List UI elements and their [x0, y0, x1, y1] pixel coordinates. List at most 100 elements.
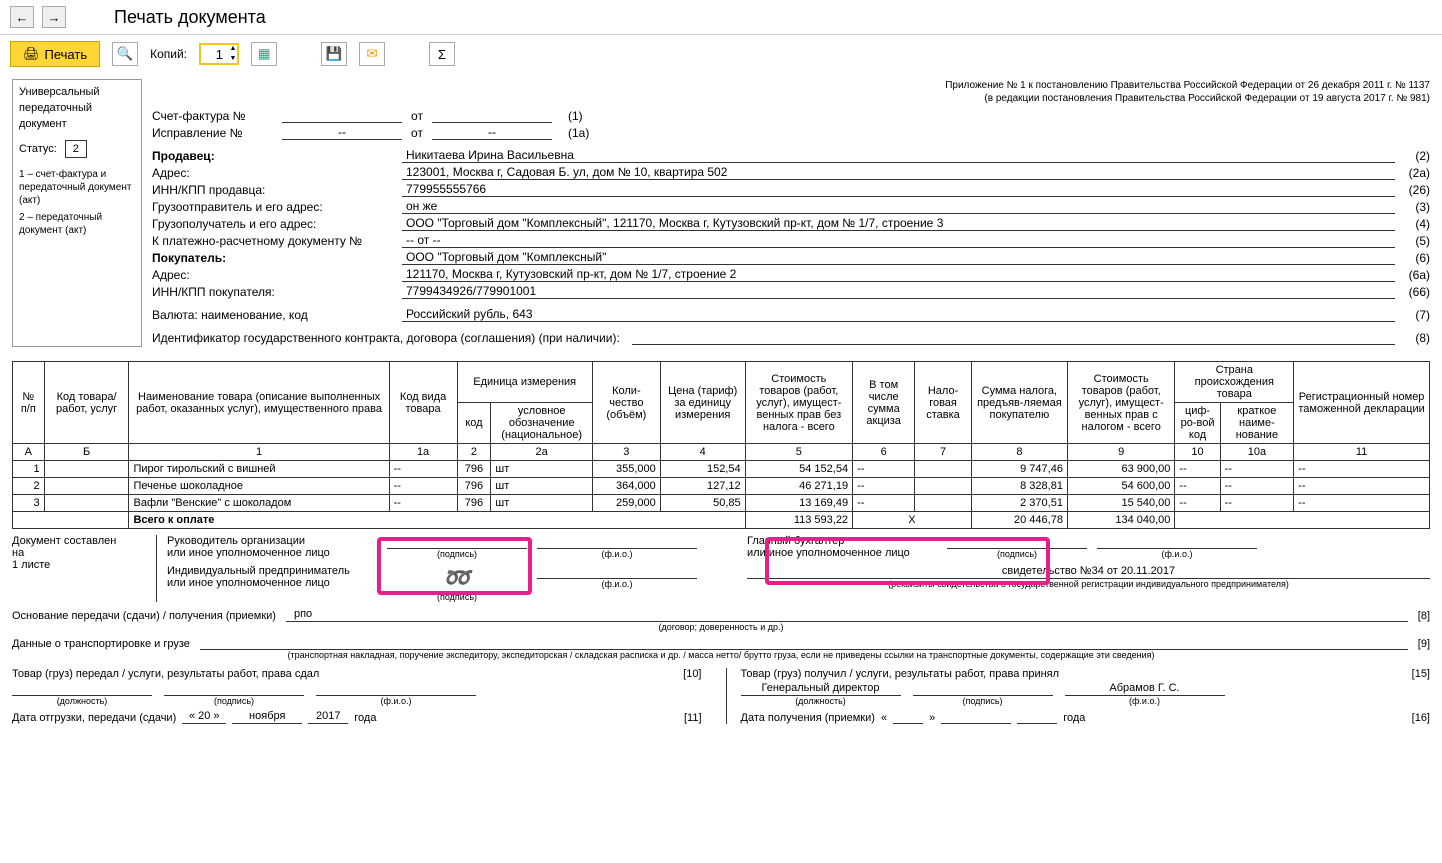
print-button[interactable]: 🖨 Печать — [10, 41, 100, 67]
total-row: Всего к оплате113 593,22X20 446,78134 04… — [13, 512, 1430, 529]
addr-val: 123001, Москва г, Садовая Б. ул, дом № 1… — [402, 165, 1395, 180]
doc-on-1: Документ составлен — [12, 535, 142, 547]
n8: (8) — [1395, 331, 1430, 345]
n5: (5) — [1395, 234, 1430, 248]
osn-label: Основание передачи (сдачи) / получения (… — [12, 610, 276, 622]
print-label: Печать — [45, 47, 88, 62]
cons-val: ООО "Торговый дом "Комплексный", 121170,… — [402, 216, 1395, 231]
isp-label: Исправление № — [152, 126, 282, 140]
rec-q1: « — [881, 712, 887, 724]
n2a: (2а) — [1395, 166, 1430, 180]
ship-month: ноября — [232, 710, 302, 724]
baddr-val: 121170, Москва г, Кутузовский пр-кт, дом… — [402, 267, 1395, 282]
back-button[interactable]: ← — [10, 6, 34, 28]
addr-label: Адрес: — [152, 166, 402, 180]
right-pos: Генеральный директор — [741, 682, 901, 696]
ip-label2: или иное уполномоченное лицо — [167, 577, 377, 589]
items-table: № п/п Код товара/ работ, услуг Наименова… — [12, 361, 1430, 529]
document-body: Приложение № 1 к постановлению Правитель… — [152, 79, 1430, 347]
left-transfer-num: [10] — [683, 668, 701, 680]
sum-button[interactable]: Σ — [429, 42, 455, 66]
seller-label: Продавец: — [152, 149, 402, 163]
doc-on-2: на — [12, 547, 142, 559]
spin-down[interactable]: ▼ — [228, 54, 238, 64]
email-button[interactable]: ✉ — [359, 42, 385, 66]
h9: 9 — [1067, 444, 1174, 461]
h2a: 2а — [491, 444, 593, 461]
col-country: Страна происхождения товара — [1175, 362, 1294, 403]
rec-year-word: года — [1063, 712, 1085, 724]
save-icon: 💾 — [326, 46, 343, 62]
ship-val: он же — [402, 199, 1395, 214]
osn-val: рпо — [286, 608, 1408, 622]
rec-q2: » — [929, 712, 935, 724]
fio-hint-3: (ф.и.о.) — [537, 579, 697, 589]
seller-val: Никитаева Ирина Васильевна — [402, 148, 1395, 163]
preview-button[interactable]: 🔍 — [112, 42, 138, 66]
sf-num: (1) — [552, 109, 602, 123]
col-qty: Коли-чество (объём) — [592, 362, 660, 444]
gb-label: Главный бухгалтер — [747, 535, 937, 547]
col-tax: Сумма налога, предъяв-ляемая покупателю — [971, 362, 1067, 444]
h7: 7 — [915, 444, 972, 461]
hB: Б — [44, 444, 129, 461]
status-note-1: 1 – счет-фактура и передаточный документ… — [19, 168, 135, 207]
fio-hint-2: (ф.и.о.) — [1097, 549, 1257, 559]
date-rec-num: [16] — [1412, 712, 1430, 724]
pay-label: К платежно-расчетному документу № — [152, 234, 402, 248]
status-label: Статус: — [19, 143, 57, 155]
n7: (7) — [1395, 308, 1430, 322]
gb-label2: или иное уполномоченное лицо — [747, 547, 937, 559]
osn-hint: (договор; доверенность и др.) — [12, 622, 1430, 632]
forward-button[interactable]: → — [42, 6, 66, 28]
sigma-icon: Σ — [438, 47, 446, 62]
col-sumvat: Стоимость товаров (работ, услуг), имущес… — [1067, 362, 1174, 444]
action-toolbar: 🖨 Печать 🔍 Копий: ▲▼ ▦ 💾 ✉ Σ — [0, 35, 1442, 73]
isp-date: -- — [432, 125, 552, 140]
date-ship-num: [11] — [684, 712, 702, 724]
isp-ot: от — [402, 126, 432, 140]
col-name: Наименование товара (описание выполненны… — [129, 362, 389, 444]
copies-label: Копий: — [150, 47, 187, 61]
col-cc: циф-ро-вой код — [1175, 403, 1220, 444]
ship-day: « 20 » — [182, 710, 226, 724]
save-button[interactable]: 💾 — [321, 42, 347, 66]
date-rec-label: Дата получения (приемки) — [741, 712, 875, 724]
dolzh-hint-r: (должность) — [741, 696, 901, 706]
podpis-hint-2: (подпись) — [947, 549, 1087, 559]
nav-toolbar: ← → Печать документа — [0, 0, 1442, 35]
col-price: Цена (тариф) за единицу измерения — [660, 362, 745, 444]
col-decl: Регистрационный номер таможенной деклара… — [1294, 362, 1430, 444]
right-fio: Абрамов Г. С. — [1065, 682, 1225, 696]
podpis-hint-l: (подпись) — [164, 696, 304, 706]
magnifier-icon: 🔍 — [117, 46, 134, 62]
spin-up[interactable]: ▲ — [228, 44, 238, 54]
n4: (4) — [1395, 217, 1430, 231]
signature-image: ➿ — [387, 565, 527, 592]
appendix-line-1: Приложение № 1 к постановлению Правитель… — [152, 79, 1430, 92]
signature-area: Документ составлен на 1 листе Руководите… — [12, 535, 1430, 602]
dolzh-hint-l: (должность) — [12, 696, 152, 706]
inn-val: 779955555766 — [402, 182, 1395, 197]
ship-year-word: года — [354, 712, 376, 724]
n2: (2) — [1395, 149, 1430, 163]
n6a: (6а) — [1395, 268, 1430, 282]
right-receive-label: Товар (груз) получил / услуги, результат… — [741, 668, 1060, 680]
ship-label: Грузоотправитель и его адрес: — [152, 200, 402, 214]
col-rate: Нало-говая ставка — [915, 362, 972, 444]
h1a: 1а — [389, 444, 457, 461]
items-table-wrap: № п/п Код товара/ работ, услуг Наименова… — [12, 361, 1430, 529]
osn-num: [8] — [1418, 610, 1430, 622]
left-panel: Универсальный передаточный документ Стат… — [12, 79, 142, 347]
n66: (66) — [1395, 285, 1430, 299]
buyer-label: Покупатель: — [152, 251, 402, 265]
upd-label-1: Универсальный — [19, 86, 135, 98]
h5: 5 — [745, 444, 852, 461]
col-unit: Единица измерения — [457, 362, 592, 403]
podpis-hint-r: (подпись) — [913, 696, 1053, 706]
col-akciz: В том числе сумма акциза — [853, 362, 915, 444]
tr-hint: (транспортная накладная, поручение экспе… — [12, 650, 1430, 660]
table-button[interactable]: ▦ — [251, 42, 277, 66]
mail-icon: ✉ — [366, 46, 377, 62]
col-code: Код товара/ работ, услуг — [44, 362, 129, 444]
